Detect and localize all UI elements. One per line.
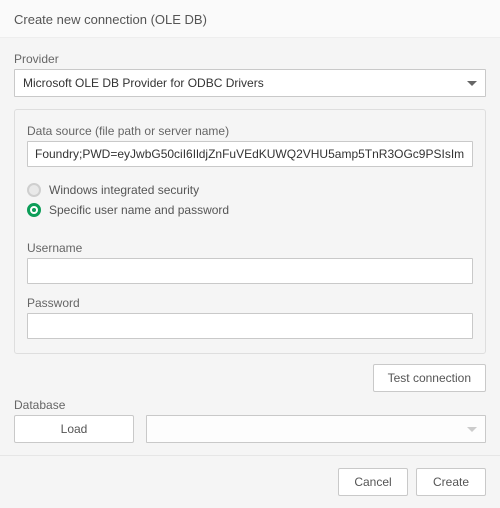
chevron-down-icon [467, 427, 477, 432]
datasource-label: Data source (file path or server name) [27, 124, 473, 138]
chevron-down-icon [467, 81, 477, 86]
provider-select[interactable]: Microsoft OLE DB Provider for ODBC Drive… [14, 69, 486, 97]
database-row: Database Load [14, 394, 486, 443]
security-specific-option[interactable]: Specific user name and password [27, 203, 473, 217]
database-label: Database [14, 398, 134, 412]
load-button[interactable]: Load [14, 415, 134, 443]
security-specific-label: Specific user name and password [49, 203, 229, 217]
create-button[interactable]: Create [416, 468, 486, 496]
create-connection-dialog: Create new connection (OLE DB) Provider … [0, 0, 500, 508]
provider-value: Microsoft OLE DB Provider for ODBC Drive… [23, 76, 264, 90]
username-label: Username [27, 241, 473, 255]
security-windows-option[interactable]: Windows integrated security [27, 183, 473, 197]
database-select[interactable] [146, 415, 486, 443]
dialog-footer: Cancel Create [0, 455, 500, 508]
cancel-button[interactable]: Cancel [338, 468, 408, 496]
radio-icon [27, 183, 41, 197]
username-input[interactable] [27, 258, 473, 284]
test-connection-button[interactable]: Test connection [373, 364, 486, 392]
datasource-input[interactable] [27, 141, 473, 167]
dialog-body: Provider Microsoft OLE DB Provider for O… [0, 38, 500, 455]
radio-icon [27, 203, 41, 217]
password-input[interactable] [27, 313, 473, 339]
dialog-title: Create new connection (OLE DB) [0, 0, 500, 38]
provider-label: Provider [14, 52, 486, 66]
security-windows-label: Windows integrated security [49, 183, 199, 197]
password-label: Password [27, 296, 473, 310]
connection-panel: Data source (file path or server name) W… [14, 109, 486, 354]
